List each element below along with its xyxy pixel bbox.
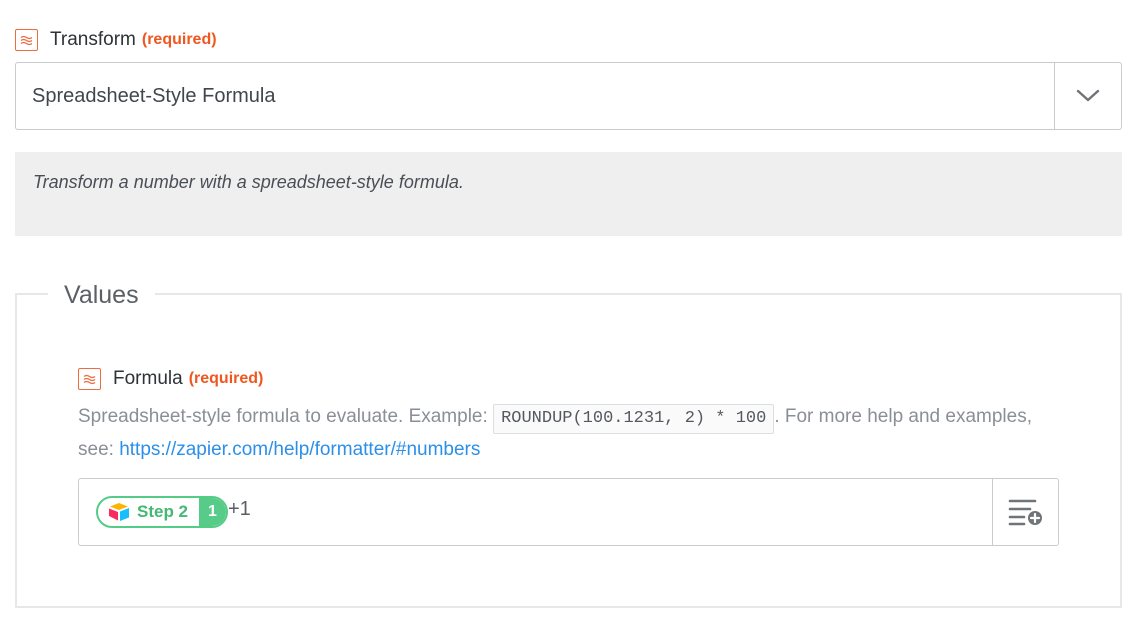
- insert-data-button[interactable]: [992, 479, 1058, 545]
- step-token-pill[interactable]: Step 2 1: [96, 496, 228, 528]
- transform-required-tag: (required): [141, 31, 217, 48]
- formula-code-example: ROUNDUP(100.1231, 2) * 100: [493, 404, 775, 434]
- values-legend: Values: [48, 278, 155, 312]
- formula-help-link[interactable]: https://zapier.com/help/formatter/#numbe…: [119, 439, 480, 460]
- transform-select[interactable]: Spreadsheet-Style Formula: [15, 62, 1122, 130]
- required-field-icon: [15, 29, 38, 51]
- insert-data-icon: [1008, 499, 1042, 526]
- step-token-count: 1: [199, 498, 226, 526]
- transform-help-text: Transform a number with a spreadsheet-st…: [33, 172, 464, 192]
- transform-select-value: Spreadsheet-Style Formula: [32, 84, 276, 107]
- formula-label: Formula: [113, 368, 183, 389]
- airtable-icon: [107, 500, 131, 524]
- transform-label: Transform: [50, 29, 136, 50]
- formula-label-row: Formula (required): [78, 367, 263, 391]
- formula-description: Spreadsheet-style formula to evaluate. E…: [78, 401, 1038, 465]
- formula-description-prefix: Spreadsheet-style formula to evaluate. E…: [78, 406, 488, 427]
- step-token-label: Step 2: [137, 502, 189, 521]
- chevron-down-icon: [1076, 89, 1100, 102]
- formula-input-text: +1: [228, 498, 251, 520]
- transform-dropdown-toggle[interactable]: [1054, 63, 1121, 129]
- transform-help-box: Transform a number with a spreadsheet-st…: [15, 152, 1122, 236]
- formula-input[interactable]: Step 2 1 +1: [78, 478, 1059, 546]
- required-field-icon: [78, 368, 101, 390]
- transform-label-row: Transform (required): [15, 28, 217, 52]
- formula-required-tag: (required): [188, 370, 264, 387]
